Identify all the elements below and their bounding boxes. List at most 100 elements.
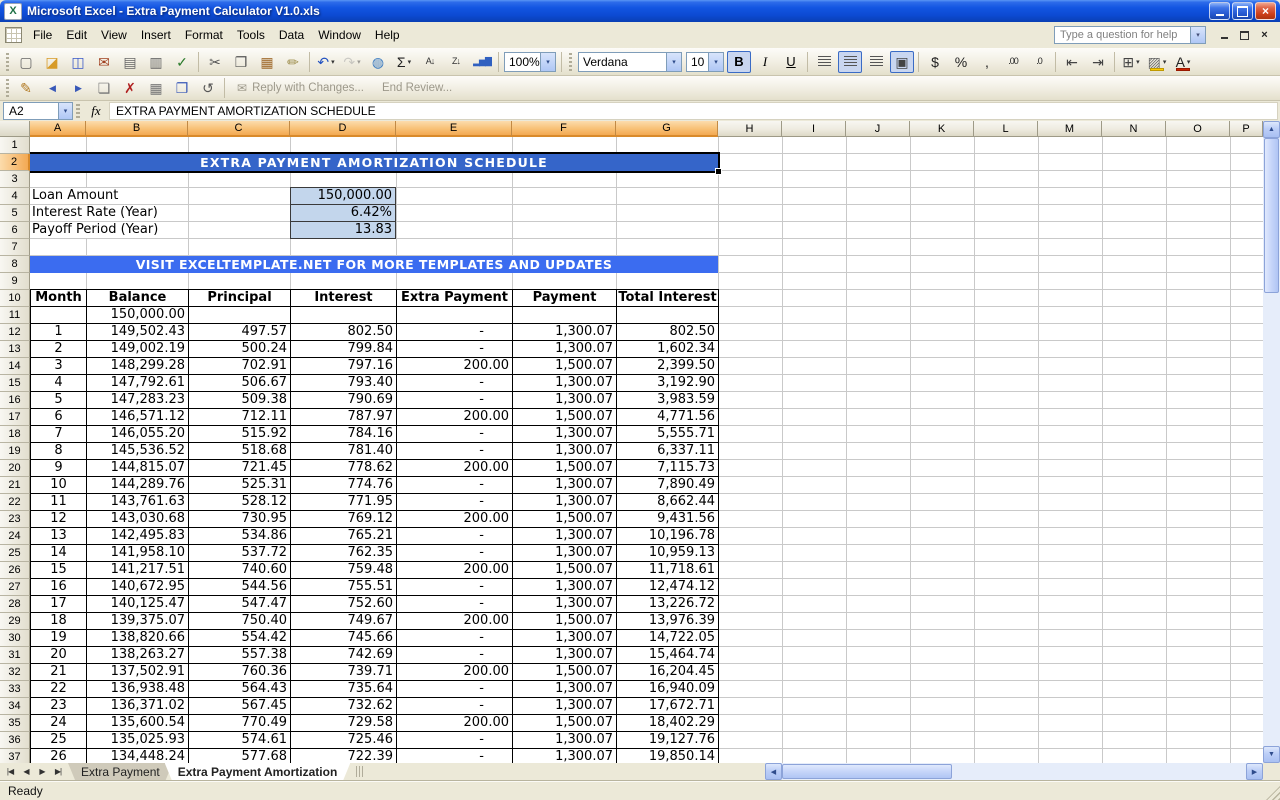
month-cell[interactable]: 23 bbox=[31, 698, 87, 715]
cell[interactable]: 135,600.54 bbox=[87, 715, 189, 732]
scroll-left-button[interactable]: ◀ bbox=[765, 763, 782, 780]
column-header-I[interactable]: I bbox=[782, 121, 846, 137]
next-comment-icon[interactable]: ▶ bbox=[66, 77, 90, 99]
cell[interactable]: 781.40 bbox=[291, 443, 397, 460]
cell[interactable]: 1,300.07 bbox=[513, 426, 617, 443]
cell[interactable]: 136,371.02 bbox=[87, 698, 189, 715]
increase-decimal-icon[interactable]: .00 bbox=[1001, 51, 1025, 73]
resize-grip[interactable] bbox=[1266, 786, 1280, 800]
month-cell[interactable]: 5 bbox=[31, 392, 87, 409]
cell[interactable]: 1,500.07 bbox=[513, 715, 617, 732]
menu-item-data[interactable]: Data bbox=[272, 24, 311, 46]
cell[interactable]: 200.00 bbox=[397, 664, 513, 681]
row-header-4[interactable]: 4 bbox=[0, 188, 30, 205]
insert-function-button[interactable]: fx bbox=[83, 101, 109, 121]
cell[interactable]: 1,300.07 bbox=[513, 596, 617, 613]
cut-icon[interactable]: ✂ bbox=[203, 51, 227, 73]
cell[interactable]: 7,890.49 bbox=[617, 477, 719, 494]
cell[interactable]: 755.51 bbox=[291, 579, 397, 596]
row-header-15[interactable]: 15 bbox=[0, 375, 30, 392]
cell[interactable]: 577.68 bbox=[189, 749, 291, 763]
cell[interactable]: 554.42 bbox=[189, 630, 291, 647]
month-cell[interactable]: 18 bbox=[31, 613, 87, 630]
column-header-L[interactable]: L bbox=[974, 121, 1038, 137]
decrease-indent-icon[interactable]: ⇤ bbox=[1060, 51, 1084, 73]
row-header-18[interactable]: 18 bbox=[0, 426, 30, 443]
row-header-31[interactable]: 31 bbox=[0, 647, 30, 664]
cell[interactable]: 1,300.07 bbox=[513, 579, 617, 596]
cell[interactable]: 1,300.07 bbox=[513, 545, 617, 562]
cell[interactable]: 143,030.68 bbox=[87, 511, 189, 528]
cell[interactable]: 506.67 bbox=[189, 375, 291, 392]
cell[interactable]: 797.16 bbox=[291, 358, 397, 375]
cell[interactable]: 10,959.13 bbox=[617, 545, 719, 562]
tab-prev-button[interactable]: ◀ bbox=[18, 763, 34, 780]
cell[interactable]: 729.58 bbox=[291, 715, 397, 732]
chart-wizard-icon[interactable]: ▂▅▇ bbox=[470, 51, 494, 73]
cell[interactable]: 134,448.24 bbox=[87, 749, 189, 763]
table-header-cell[interactable]: Total Interest bbox=[617, 290, 719, 307]
cell[interactable]: 500.24 bbox=[189, 341, 291, 358]
cell[interactable]: 732.62 bbox=[291, 698, 397, 715]
opening-balance-cell[interactable]: 150,000.00 bbox=[87, 307, 189, 324]
month-cell[interactable]: 14 bbox=[31, 545, 87, 562]
row-header-11[interactable]: 11 bbox=[0, 307, 30, 324]
cell[interactable]: 1,602.34 bbox=[617, 341, 719, 358]
workbook-close-button[interactable]: × bbox=[1256, 28, 1273, 43]
cell[interactable]: 778.62 bbox=[291, 460, 397, 477]
cell[interactable]: 200.00 bbox=[397, 460, 513, 477]
row-header-30[interactable]: 30 bbox=[0, 630, 30, 647]
align-center-icon[interactable] bbox=[838, 51, 862, 73]
percent-icon[interactable]: % bbox=[949, 51, 973, 73]
cell[interactable] bbox=[31, 307, 87, 324]
row-header-37[interactable]: 37 bbox=[0, 749, 30, 763]
month-cell[interactable]: 24 bbox=[31, 715, 87, 732]
open-icon[interactable]: ◪ bbox=[40, 51, 64, 73]
print-preview-icon[interactable]: ▥ bbox=[144, 51, 168, 73]
column-header-O[interactable]: O bbox=[1166, 121, 1230, 137]
new-icon[interactable]: ▢ bbox=[14, 51, 38, 73]
selection-fill-handle[interactable] bbox=[715, 168, 722, 175]
cell[interactable]: 144,815.07 bbox=[87, 460, 189, 477]
cell[interactable]: 1,300.07 bbox=[513, 494, 617, 511]
cell[interactable]: 1,500.07 bbox=[513, 562, 617, 579]
cell[interactable]: 537.72 bbox=[189, 545, 291, 562]
cells-canvas[interactable]: EXTRA PAYMENT AMORTIZATION SCHEDULELoan … bbox=[30, 137, 1263, 763]
row-header-24[interactable]: 24 bbox=[0, 528, 30, 545]
cell[interactable]: 722.39 bbox=[291, 749, 397, 763]
chevron-down-icon[interactable]: ▾ bbox=[58, 103, 72, 119]
align-right-icon[interactable] bbox=[864, 51, 888, 73]
row-header-34[interactable]: 34 bbox=[0, 698, 30, 715]
chevron-down-icon[interactable]: ▾ bbox=[408, 58, 412, 66]
cell[interactable]: 200.00 bbox=[397, 511, 513, 528]
column-header-C[interactable]: C bbox=[188, 121, 290, 137]
cell[interactable]: 19,127.76 bbox=[617, 732, 719, 749]
cell[interactable]: 790.69 bbox=[291, 392, 397, 409]
table-header-cell[interactable]: Payment bbox=[513, 290, 617, 307]
cell[interactable] bbox=[617, 307, 719, 324]
cell[interactable]: - bbox=[397, 681, 513, 698]
cell[interactable]: 3,983.59 bbox=[617, 392, 719, 409]
toolbar-drag-handle[interactable] bbox=[6, 53, 9, 71]
column-header-N[interactable]: N bbox=[1102, 121, 1166, 137]
row-header-19[interactable]: 19 bbox=[0, 443, 30, 460]
cell[interactable]: 1,300.07 bbox=[513, 341, 617, 358]
param-input-cell[interactable]: 13.83 bbox=[290, 221, 396, 239]
row-header-8[interactable]: 8 bbox=[0, 256, 30, 273]
cell[interactable]: 137,502.91 bbox=[87, 664, 189, 681]
increase-indent-icon[interactable]: ⇥ bbox=[1086, 51, 1110, 73]
row-header-7[interactable]: 7 bbox=[0, 239, 30, 256]
scroll-down-button[interactable]: ▼ bbox=[1263, 746, 1280, 763]
cell[interactable]: 574.61 bbox=[189, 732, 291, 749]
maximize-button[interactable] bbox=[1232, 2, 1253, 20]
cell[interactable]: 769.12 bbox=[291, 511, 397, 528]
row-header-28[interactable]: 28 bbox=[0, 596, 30, 613]
cell[interactable]: 17,672.71 bbox=[617, 698, 719, 715]
menu-item-view[interactable]: View bbox=[94, 24, 134, 46]
chevron-down-icon[interactable]: ▾ bbox=[1163, 58, 1167, 66]
chevron-down-icon[interactable]: ▾ bbox=[708, 53, 723, 71]
chevron-down-icon[interactable]: ▾ bbox=[666, 53, 681, 71]
cell[interactable]: 4,771.56 bbox=[617, 409, 719, 426]
table-header-cell[interactable]: Month bbox=[31, 290, 87, 307]
column-header-P[interactable]: P bbox=[1230, 121, 1263, 137]
